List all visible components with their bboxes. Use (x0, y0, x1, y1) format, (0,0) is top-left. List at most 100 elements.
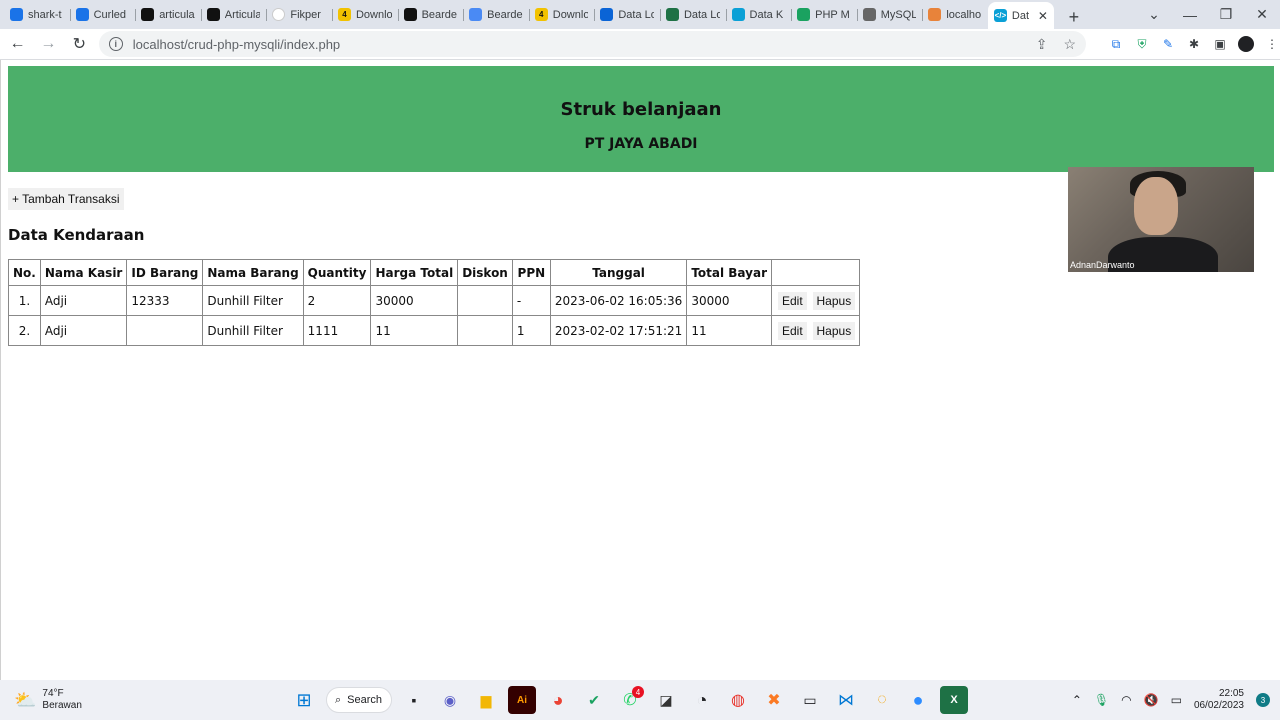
address-bar[interactable]: i localhost/crud-php-mysqli/index.php ⇪ … (98, 31, 1086, 57)
section-title: Data Kendaraan (8, 226, 145, 244)
wifi-icon[interactable]: ◠ (1121, 693, 1131, 707)
tab-12[interactable]: PHP M (791, 3, 857, 27)
xampp-icon[interactable]: ✖ (760, 686, 788, 714)
more-menu-icon[interactable]: ⋮ (1264, 36, 1280, 52)
col-total-bayar: Total Bayar (686, 259, 772, 286)
col-nama-kasir: Nama Kasir (39, 259, 128, 286)
chevron-up-icon[interactable]: ⌃ (1072, 693, 1082, 707)
minimize-button[interactable]: — (1172, 7, 1208, 23)
zoom-icon[interactable]: ● (904, 686, 932, 714)
cell-tanggal: 2023-06-02 16:05:36 (549, 285, 688, 316)
mysql-icon (862, 8, 876, 21)
col-diskon: Diskon (457, 259, 513, 286)
company-name: PT JAYA ABADI (584, 136, 698, 152)
col-id-barang: ID Barang (126, 259, 204, 286)
tab-1[interactable]: Curled (69, 3, 136, 27)
new-tab-button[interactable]: + (1060, 5, 1088, 29)
cell-diskon (457, 315, 513, 346)
tab-search-chevron-icon[interactable]: ⌄ (1136, 6, 1172, 23)
windows-start-icon[interactable]: ⊞ (290, 686, 318, 714)
chrome-canary-icon[interactable]: ◌ (868, 686, 896, 714)
tab-8[interactable]: 4 Downlo (528, 3, 595, 27)
cell-harga-total: 30000 (370, 285, 459, 316)
delete-button[interactable]: Hapus (812, 291, 856, 310)
maximize-button[interactable]: ❐ (1208, 6, 1244, 23)
illustrator-icon[interactable]: Ai (508, 686, 536, 714)
tab-11[interactable]: Data K (725, 3, 792, 27)
delete-button[interactable]: Hapus (812, 321, 856, 340)
taskbar-search[interactable]: ⌕ Search (326, 687, 392, 713)
weather-widget[interactable]: ⛅ 74°F Berawan (14, 688, 114, 712)
task-view-icon[interactable]: ▪ (400, 686, 428, 714)
chrome-dev-icon[interactable]: ◔ (688, 686, 716, 714)
back-button[interactable]: ← (4, 31, 31, 58)
file-explorer-icon[interactable]: ▆ (472, 686, 500, 714)
edit-button[interactable]: Edit (778, 321, 807, 340)
add-transaction-button[interactable]: + Tambah Transaksi (8, 188, 124, 210)
download-4-icon: 4 (337, 8, 351, 21)
tab-label: MySQL (880, 8, 917, 21)
close-window-button[interactable]: ✕ (1244, 6, 1280, 23)
tab-label: Downlo (355, 8, 392, 21)
close-tab-icon[interactable]: ✕ (1038, 9, 1048, 23)
cell-ppn: 1 (511, 315, 551, 346)
share-icon[interactable]: ⇪ (1036, 36, 1048, 53)
tab-0[interactable]: shark-t (4, 3, 70, 27)
notepad-green-icon[interactable]: ✔ (580, 686, 608, 714)
puzzle-extensions-icon[interactable]: ✱ (1186, 36, 1202, 52)
whatsapp-icon[interactable]: ✆ 4 (616, 686, 644, 714)
fikper-icon (272, 8, 286, 21)
table-row: 1. Adji 12333 Dunhill Filter 2 30000 - 2… (8, 285, 861, 316)
chrome-icon[interactable]: ◕ (544, 686, 572, 714)
table-row: 2. Adji Dunhill Filter 1111 11 1 2023-02… (8, 315, 861, 346)
col-no: No. (8, 259, 41, 286)
cell-id-barang (126, 315, 204, 346)
mongodb-compass-icon[interactable]: ◍ (724, 686, 752, 714)
tab-10[interactable]: Data Lo (659, 3, 726, 27)
bookmark-star-icon[interactable]: ☆ (1063, 36, 1076, 53)
tab-9[interactable]: Data Lo (594, 3, 660, 27)
localhost-icon (928, 8, 942, 21)
battery-icon[interactable]: ▭ (1171, 693, 1182, 707)
weather-temp: 74°F (42, 688, 64, 699)
side-panel-icon[interactable]: ▣ (1212, 36, 1228, 52)
vscode-icon[interactable]: ⋈ (832, 686, 860, 714)
url-text: localhost/crud-php-mysqli/index.php (132, 36, 341, 52)
excel-icon[interactable]: X (940, 686, 968, 714)
shield-extension-icon[interactable]: ⛨ (1134, 36, 1150, 52)
tab-7[interactable]: Bearde (463, 3, 529, 27)
speaker-muted-icon[interactable]: 🔇 (1144, 693, 1159, 707)
col-quantity: Quantity (302, 259, 372, 286)
tab-4[interactable]: Fikper (266, 3, 332, 27)
cell-no: 1. (8, 285, 41, 316)
tab-14[interactable]: localho (922, 3, 988, 27)
tab-label: Data Lo (683, 8, 720, 21)
tab-2[interactable]: articula (135, 3, 201, 27)
profile-avatar[interactable] (1238, 36, 1254, 52)
tab-13[interactable]: MySQL (856, 3, 923, 27)
cloud-icon (469, 8, 483, 21)
terminal-icon[interactable]: ▭ (796, 686, 824, 714)
col-ppn: PPN (511, 259, 551, 286)
tab-active[interactable]: </> Dat ✕ (987, 2, 1054, 29)
excel-icon (665, 8, 679, 21)
microphone-icon[interactable]: 🎙 (1094, 693, 1109, 707)
forward-button[interactable]: → (35, 31, 62, 58)
edit-button[interactable]: Edit (778, 291, 807, 310)
browser-toolbar: ← → ↻ i localhost/crud-php-mysqli/index.… (0, 29, 1280, 60)
omnibox-actions: ⇪ ☆ (1036, 36, 1076, 53)
cell-kasir: Adji (39, 285, 128, 316)
reload-button[interactable]: ↻ (66, 31, 93, 58)
tab-3[interactable]: Articula (200, 3, 267, 27)
sticky-notes-icon[interactable]: ◪ (652, 686, 680, 714)
tab-5[interactable]: 4 Downlo (331, 3, 398, 27)
clock[interactable]: 22:05 06/02/2023 (1194, 688, 1244, 712)
chat-icon[interactable]: ◉ (436, 686, 464, 714)
notification-badge[interactable]: 3 (1256, 693, 1270, 707)
cell-actions: Edit Hapus (770, 285, 861, 316)
clock-date: 06/02/2023 (1193, 700, 1244, 711)
feather-extension-icon[interactable]: ✎ (1160, 36, 1176, 52)
site-info-icon[interactable]: i (108, 37, 123, 51)
translate-icon[interactable]: ⧉ (1108, 36, 1124, 52)
tab-6[interactable]: Bearde (397, 3, 464, 27)
